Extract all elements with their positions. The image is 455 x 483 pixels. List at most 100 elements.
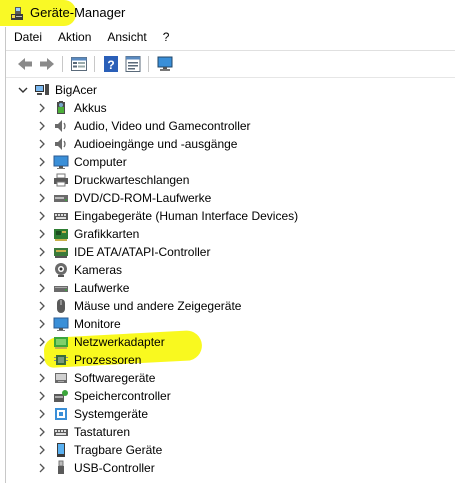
drive-icon	[54, 286, 68, 292]
chevron-right-icon[interactable]	[37, 351, 47, 369]
chevron-right-icon[interactable]	[37, 135, 47, 153]
keyboard-icon	[54, 429, 68, 436]
tree-item-label: USB-Controller	[74, 461, 155, 475]
chevron-right-icon[interactable]	[37, 99, 47, 117]
tree-root[interactable]: BigAcer	[18, 81, 97, 99]
tree-item-audio-video[interactable]: Audio, Video und Gamecontroller	[37, 117, 251, 135]
display-adapter-icon	[54, 229, 68, 241]
title-bar: Geräte-Manager	[0, 0, 455, 27]
chevron-right-icon[interactable]	[37, 405, 47, 423]
forward-icon[interactable]	[38, 55, 56, 73]
tree-item-label: Druckwarteschlangen	[74, 173, 190, 187]
tree-item-laufwerke[interactable]: Laufwerke	[37, 279, 129, 297]
network-adapter-icon	[54, 337, 68, 349]
chevron-right-icon[interactable]	[37, 297, 47, 315]
tree-item-ide[interactable]: IDE ATA/ATAPI-Controller	[37, 243, 210, 261]
chevron-down-icon[interactable]	[18, 81, 28, 99]
tree-item-monitore[interactable]: Monitore	[37, 315, 121, 333]
tree-item-audioeingaenge[interactable]: Audioeingänge und -ausgänge	[37, 135, 237, 153]
chevron-right-icon[interactable]	[37, 423, 47, 441]
tree-item-prozessoren[interactable]: Prozessoren	[37, 351, 141, 369]
monitor-icon	[53, 155, 69, 169]
tree-item-label: Prozessoren	[74, 353, 142, 367]
menu-datei[interactable]: Datei	[6, 28, 50, 48]
monitor-icon	[53, 317, 69, 331]
controller-icon	[54, 248, 68, 258]
tree-item-label: Mäuse und andere Zeigegeräte	[74, 299, 242, 313]
properties-icon[interactable]	[70, 55, 88, 73]
tree-root-label: BigAcer	[55, 83, 98, 97]
menu-ansicht[interactable]: Ansicht	[99, 28, 154, 48]
usb-icon	[58, 460, 64, 474]
keyboard-icon	[54, 213, 68, 220]
tree-item-kameras[interactable]: Kameras	[37, 261, 122, 279]
tree-item-speichercontroller[interactable]: Speichercontroller	[37, 387, 171, 405]
chevron-right-icon[interactable]	[37, 117, 47, 135]
tree-item-computer[interactable]: Computer	[37, 153, 127, 171]
menu-help[interactable]: ?	[155, 28, 178, 48]
monitor-icon[interactable]	[156, 55, 174, 73]
chevron-right-icon[interactable]	[37, 261, 47, 279]
tree-item-druckwarteschlangen[interactable]: Druckwarteschlangen	[37, 171, 189, 189]
speaker-icon	[55, 138, 66, 150]
chevron-right-icon[interactable]	[37, 387, 47, 405]
help-icon[interactable]: ?	[102, 55, 120, 73]
menu-aktion[interactable]: Aktion	[50, 28, 99, 48]
tree-item-label: Computer	[74, 155, 127, 169]
battery-icon	[57, 101, 65, 114]
tree-item-label: Softwaregeräte	[74, 371, 156, 385]
chevron-right-icon[interactable]	[37, 225, 47, 243]
camera-icon	[55, 263, 67, 277]
toolbar-separator	[148, 56, 149, 72]
tree-item-systemgeraete[interactable]: Systemgeräte	[37, 405, 148, 423]
tree-item-netzwerkadapter[interactable]: Netzwerkadapter	[37, 333, 165, 351]
tree-item-tragbare-geraete[interactable]: Tragbare Geräte	[37, 441, 162, 459]
chevron-right-icon[interactable]	[37, 243, 47, 261]
tree-item-label: Tastaturen	[74, 425, 131, 439]
tree-item-label: Audioeingänge und -ausgänge	[74, 137, 238, 151]
chevron-right-icon[interactable]	[37, 459, 47, 477]
mouse-icon	[57, 299, 65, 313]
chevron-right-icon[interactable]	[37, 333, 47, 351]
tree-item-label: IDE ATA/ATAPI-Controller	[74, 245, 211, 259]
tree-item-softwaregeraete[interactable]: Softwaregeräte	[37, 369, 155, 387]
tree-item-label: DVD/CD-ROM-Laufwerke	[74, 191, 212, 205]
tree-item-label: Grafikkarten	[74, 227, 140, 241]
chevron-right-icon[interactable]	[37, 207, 47, 225]
toolbar: ?	[6, 50, 455, 78]
properties-list-icon[interactable]	[124, 55, 142, 73]
tree-item-label: Tragbare Geräte	[74, 443, 163, 457]
tree-item-label: Akkus	[74, 101, 107, 115]
chevron-right-icon[interactable]	[37, 279, 47, 297]
back-icon[interactable]	[16, 55, 34, 73]
tree-item-maeuse[interactable]: Mäuse und andere Zeigegeräte	[37, 297, 241, 315]
tree-item-label: Kameras	[74, 263, 123, 277]
software-icon	[55, 373, 67, 383]
printer-icon	[54, 173, 68, 187]
chip-icon	[54, 355, 68, 365]
chevron-right-icon[interactable]	[37, 369, 47, 387]
tree-item-grafikkarten[interactable]: Grafikkarten	[37, 225, 139, 243]
tree-item-label: Laufwerke	[74, 281, 130, 295]
tree-item-eingabegeraete[interactable]: Eingabegeräte (Human Interface Devices)	[37, 207, 298, 225]
chevron-right-icon[interactable]	[37, 153, 47, 171]
chevron-right-icon[interactable]	[37, 189, 47, 207]
toolbar-separator	[62, 56, 63, 72]
speaker-icon	[55, 120, 66, 132]
tree-item-usb-controller[interactable]: USB-Controller	[37, 459, 155, 477]
disc-drive-icon	[54, 195, 68, 202]
portable-device-icon	[57, 443, 65, 457]
chevron-right-icon[interactable]	[37, 315, 47, 333]
tree-item-dvd[interactable]: DVD/CD-ROM-Laufwerke	[37, 189, 211, 207]
tree-item-label: Audio, Video und Gamecontroller	[74, 119, 251, 133]
tree-item-label: Eingabegeräte (Human Interface Devices)	[74, 209, 299, 223]
tree-item-akkus[interactable]: Akkus	[37, 99, 107, 117]
chevron-right-icon[interactable]	[37, 441, 47, 459]
tree-item-tastaturen[interactable]: Tastaturen	[37, 423, 130, 441]
computer-icon	[35, 84, 49, 95]
menu-bar: Datei Aktion Ansicht ?	[6, 28, 177, 48]
toolbar-separator	[94, 56, 95, 72]
chevron-right-icon[interactable]	[37, 171, 47, 189]
tree-item-label: Netzwerkadapter	[74, 335, 165, 349]
device-tree: BigAcer Akkus Audio, Video und Gamecontr…	[6, 77, 455, 483]
